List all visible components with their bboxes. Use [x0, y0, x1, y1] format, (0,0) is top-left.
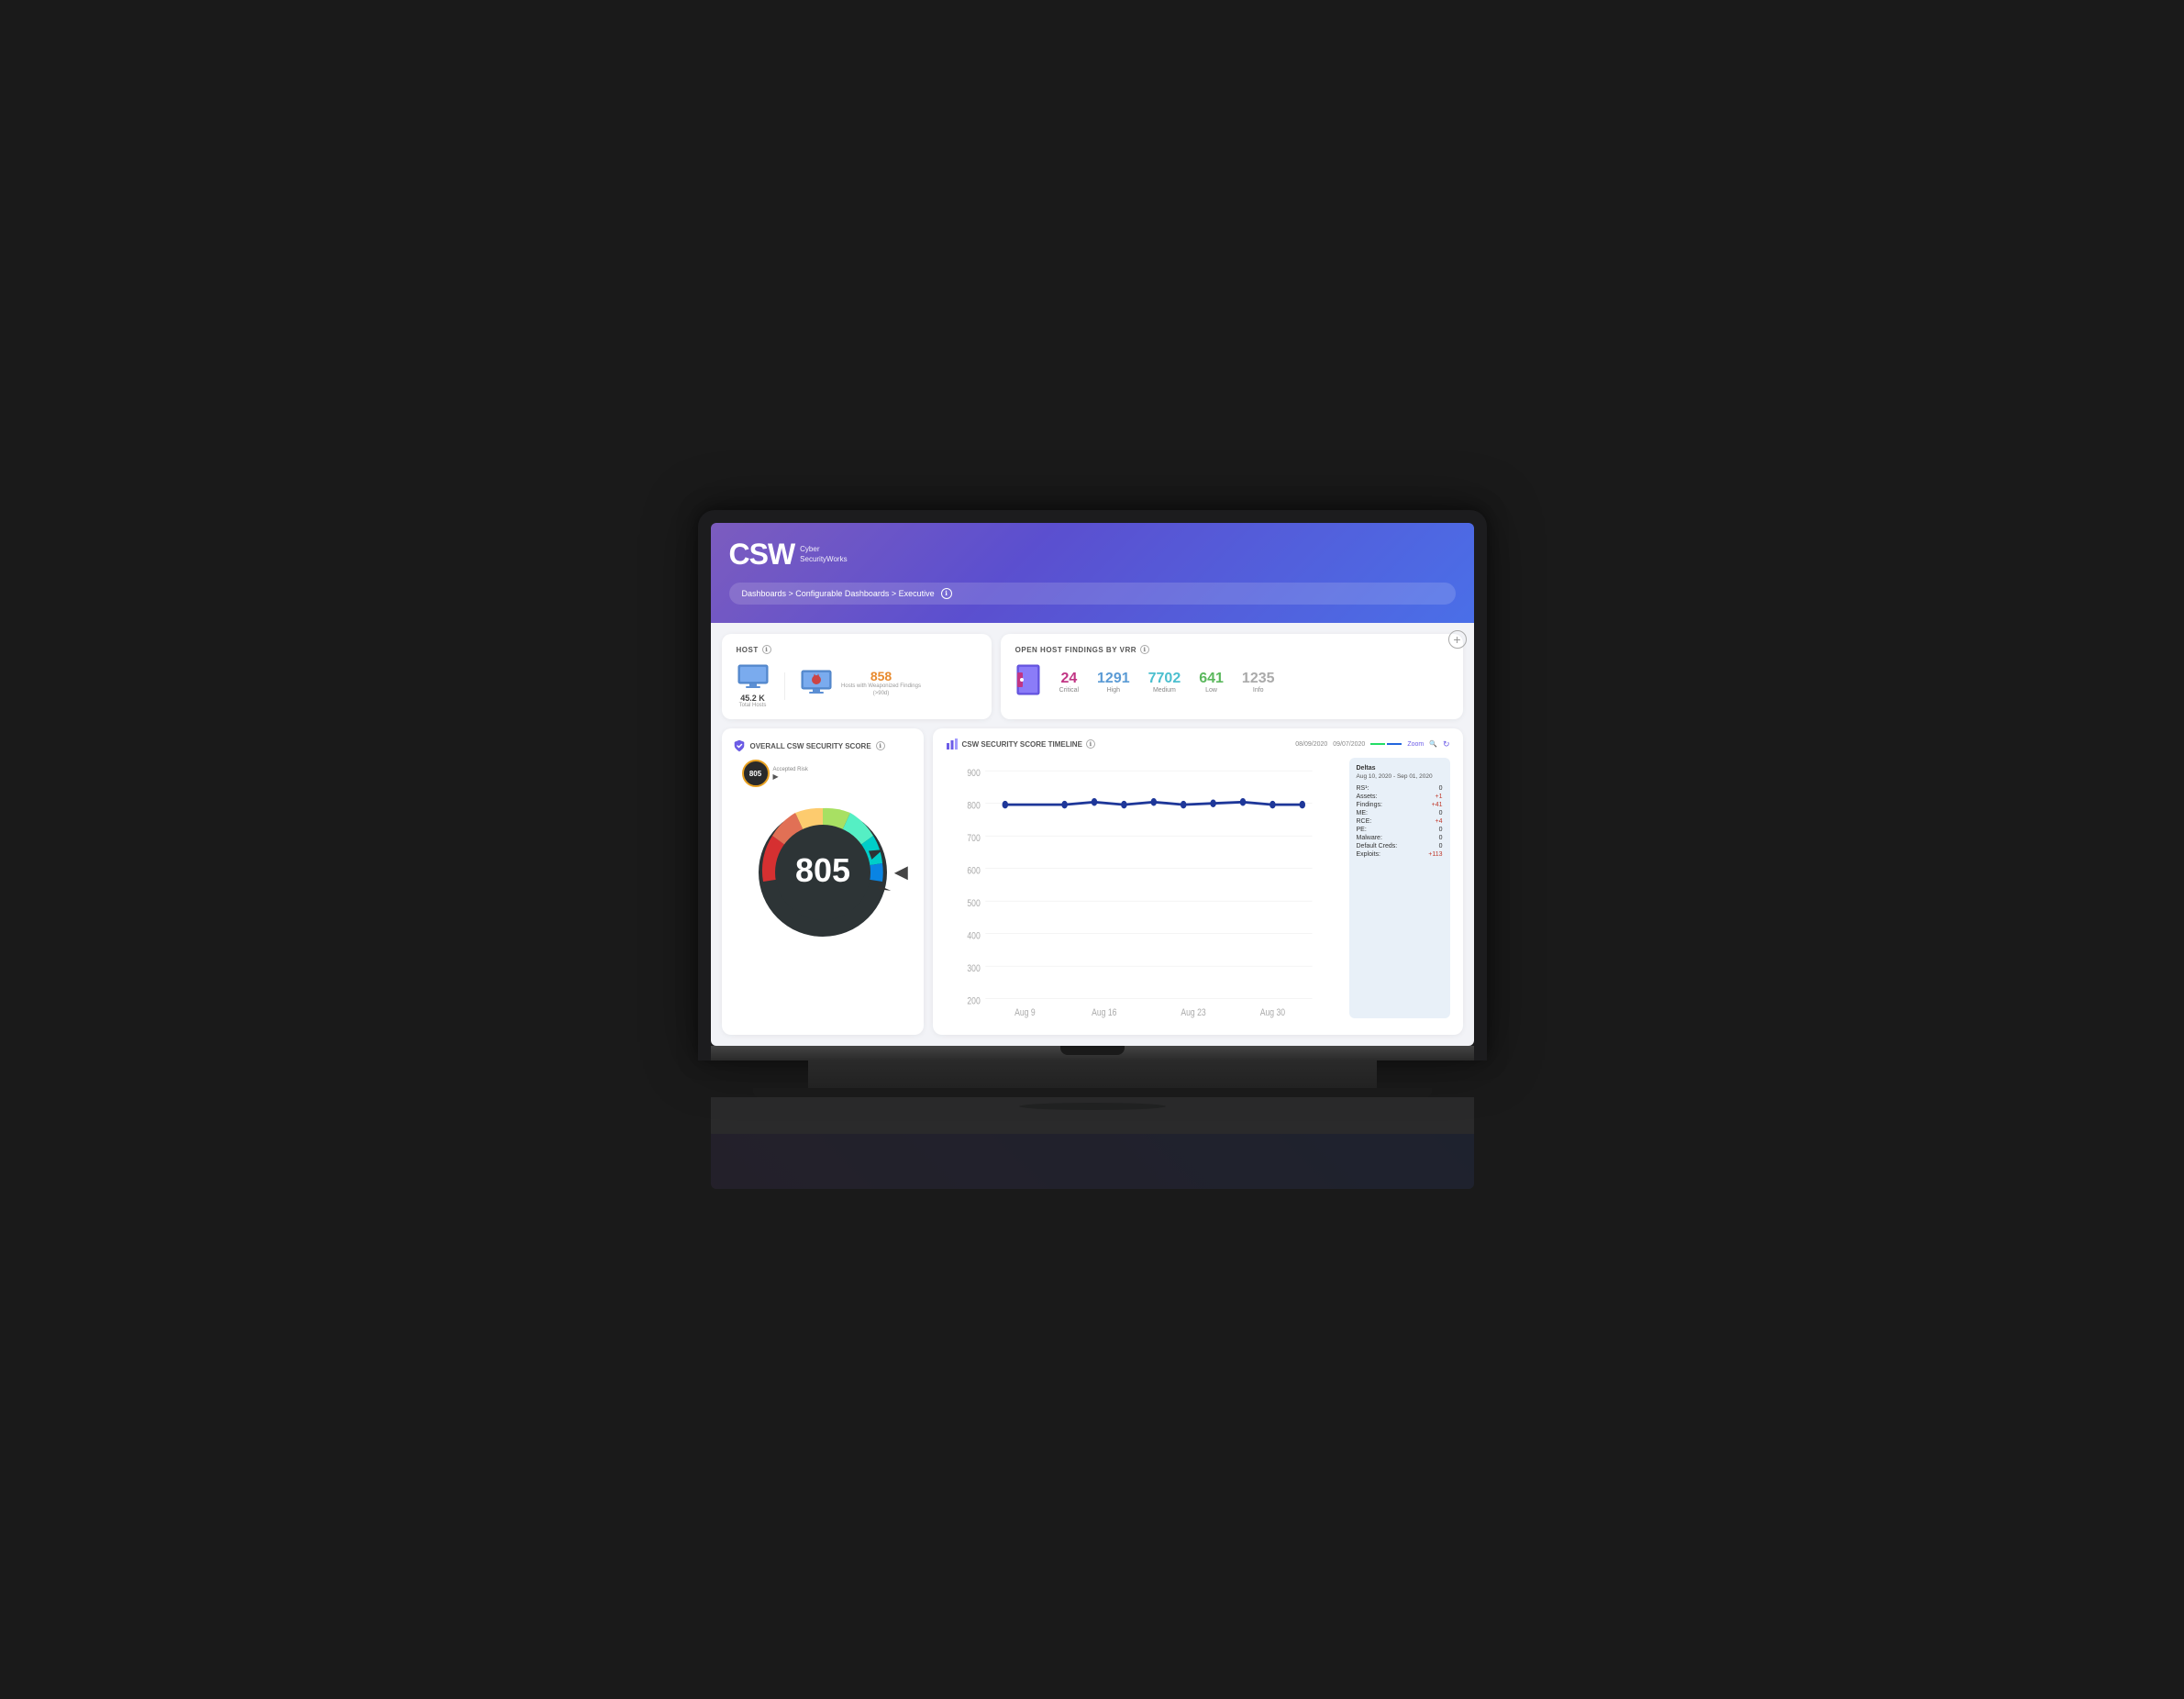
refresh-icon[interactable]: ↻	[1443, 739, 1450, 750]
findings-info-icon: ℹ	[1140, 645, 1149, 654]
chart-icon	[946, 738, 959, 750]
delta-rce: RCE: +4	[1357, 818, 1443, 825]
breadcrumb-info-icon: ℹ	[941, 588, 952, 599]
delta-rs: RS¹: 0	[1357, 785, 1443, 792]
total-hosts-value: 45.2 K	[737, 694, 770, 703]
logo-subtext: Cyber SecurityWorks	[800, 545, 847, 564]
timeline-card: CSW SECURITY SCORE TIMELINE ℹ 08/09/2020…	[933, 728, 1463, 1035]
findings-card-title: OPEN HOST FINDINGS BY VRR ℹ	[1015, 645, 1448, 654]
delta-assets: Assets: +1	[1357, 794, 1443, 800]
svg-text:300: 300	[967, 963, 981, 974]
chart-area: 900 800 700 600 500 400 300 200	[946, 758, 1342, 1018]
info-finding[interactable]: 1235 Info	[1242, 671, 1275, 694]
host-info-icon: ℹ	[762, 645, 771, 654]
weaponized-host-icon: 858 Hosts with Weaponized Findings (>90d…	[800, 669, 923, 703]
timeline-controls: 08/09/2020 09/07/2020 Zoom 🔍 ↻	[1295, 739, 1449, 750]
main-content: + HOST ℹ	[711, 623, 1474, 1046]
delta-exploits: Exploits: +113	[1357, 851, 1443, 858]
laptop-wrapper: CSW Cyber SecurityWorks Dashboards > Con…	[698, 510, 1487, 1189]
low-value: 641	[1199, 671, 1224, 687]
delta-default-creds: Default Creds: 0	[1357, 843, 1443, 850]
small-score-circle: 805	[742, 760, 770, 787]
screen-content: CSW Cyber SecurityWorks Dashboards > Con…	[711, 523, 1474, 1046]
timeline-title: CSW SECURITY SCORE TIMELINE ℹ	[946, 738, 1095, 750]
weaponized-value: 858	[840, 669, 923, 683]
deltas-list: RS¹: 0 Assets: +1 Findings:	[1357, 785, 1443, 858]
laptop-notch	[1060, 1046, 1125, 1055]
reflection	[711, 1097, 1474, 1189]
delta-me: ME: 0	[1357, 810, 1443, 816]
score-card: OVERALL CSW SECURITY SCORE ℹ 805 Accepte…	[722, 728, 924, 1035]
svg-text:Aug 23: Aug 23	[1181, 1007, 1206, 1018]
csw-logo: CSW	[729, 538, 795, 572]
high-finding[interactable]: 1291 High	[1097, 671, 1130, 694]
delta-malware: Malware: 0	[1357, 835, 1443, 841]
score-card-title: OVERALL CSW SECURITY SCORE ℹ	[733, 739, 913, 752]
low-label: Low	[1199, 687, 1224, 694]
findings-stats: 24 Critical 1291 High 7702 Medium	[1015, 663, 1448, 701]
svg-text:Aug 30: Aug 30	[1259, 1007, 1285, 1018]
critical-label: Critical	[1059, 687, 1079, 694]
bottom-row: OVERALL CSW SECURITY SCORE ℹ 805 Accepte…	[722, 728, 1463, 1035]
timeline-content: 900 800 700 600 500 400 300 200	[946, 758, 1450, 1018]
host-divider	[784, 672, 785, 700]
add-widget-button[interactable]: +	[1448, 630, 1467, 649]
small-score-badge: 805 Accepted Risk ▶	[742, 760, 913, 787]
gauge-arrow: ◀	[895, 863, 908, 883]
high-label: High	[1097, 687, 1130, 694]
svg-text:Aug 9: Aug 9	[1014, 1007, 1036, 1018]
gauge-svg-wrapper: 805 ◀	[745, 794, 901, 950]
gauge-container: 805 ◀	[733, 794, 913, 950]
timeline-header: CSW SECURITY SCORE TIMELINE ℹ 08/09/2020…	[946, 738, 1450, 750]
shield-icon	[733, 739, 746, 752]
critical-finding[interactable]: 24 Critical	[1059, 671, 1079, 694]
header: CSW Cyber SecurityWorks Dashboards > Con…	[711, 523, 1474, 623]
svg-text:Aug 16: Aug 16	[1092, 1007, 1117, 1018]
laptop-foot	[753, 1088, 1432, 1097]
svg-text:400: 400	[967, 930, 981, 941]
svg-text:800: 800	[967, 800, 981, 811]
high-value: 1291	[1097, 671, 1130, 687]
svg-text:200: 200	[967, 995, 981, 1006]
laptop-screen-frame: CSW Cyber SecurityWorks Dashboards > Con…	[698, 510, 1487, 1060]
host-stats: 45.2 K Total Hosts	[737, 663, 977, 708]
accepted-risk-label: Accepted Risk	[773, 767, 808, 772]
info-label: Info	[1242, 687, 1275, 694]
host-monitor-icon: 45.2 K Total Hosts	[737, 663, 770, 708]
laptop-stand	[808, 1060, 1377, 1088]
total-hosts-label: Total Hosts	[737, 703, 770, 708]
info-value: 1235	[1242, 671, 1275, 687]
medium-label: Medium	[1148, 687, 1181, 694]
timeline-info-icon: ℹ	[1086, 739, 1095, 749]
delta-findings: Findings: +41	[1357, 802, 1443, 808]
zoom-icon[interactable]: 🔍	[1429, 740, 1437, 748]
logo-area: CSW Cyber SecurityWorks	[729, 538, 1456, 572]
weaponized-label: Hosts with Weaponized Findings (>90d)	[840, 683, 923, 698]
findings-card: OPEN HOST FINDINGS BY VRR ℹ	[1001, 634, 1463, 719]
deltas-panel: Deltas Aug 10, 2020 - Sep 01, 2020 RS¹: …	[1349, 758, 1450, 1018]
deltas-date: Aug 10, 2020 - Sep 01, 2020	[1357, 773, 1443, 780]
breadcrumb: Dashboards > Configurable Dashboards > E…	[729, 583, 1456, 605]
host-card: HOST ℹ	[722, 634, 992, 719]
delta-pe: PE: 0	[1357, 827, 1443, 833]
svg-text:805: 805	[794, 851, 849, 889]
laptop-screen-display: CSW Cyber SecurityWorks Dashboards > Con…	[711, 523, 1474, 1046]
svg-text:900: 900	[967, 768, 981, 779]
top-row: HOST ℹ	[722, 634, 1463, 719]
low-finding[interactable]: 641 Low	[1199, 671, 1224, 694]
laptop-base-bar	[711, 1046, 1474, 1060]
host-card-title: HOST ℹ	[737, 645, 977, 654]
deltas-title: Deltas	[1357, 765, 1443, 772]
score-info-icon: ℹ	[876, 741, 885, 750]
legend-line-1	[1370, 743, 1385, 745]
svg-text:500: 500	[967, 898, 981, 909]
critical-value: 24	[1059, 671, 1079, 687]
medium-finding[interactable]: 7702 Medium	[1148, 671, 1181, 694]
medium-value: 7702	[1148, 671, 1181, 687]
legend-line-2	[1387, 743, 1402, 745]
svg-text:600: 600	[967, 865, 981, 876]
critical-icon	[1015, 663, 1041, 701]
svg-text:700: 700	[967, 833, 981, 844]
